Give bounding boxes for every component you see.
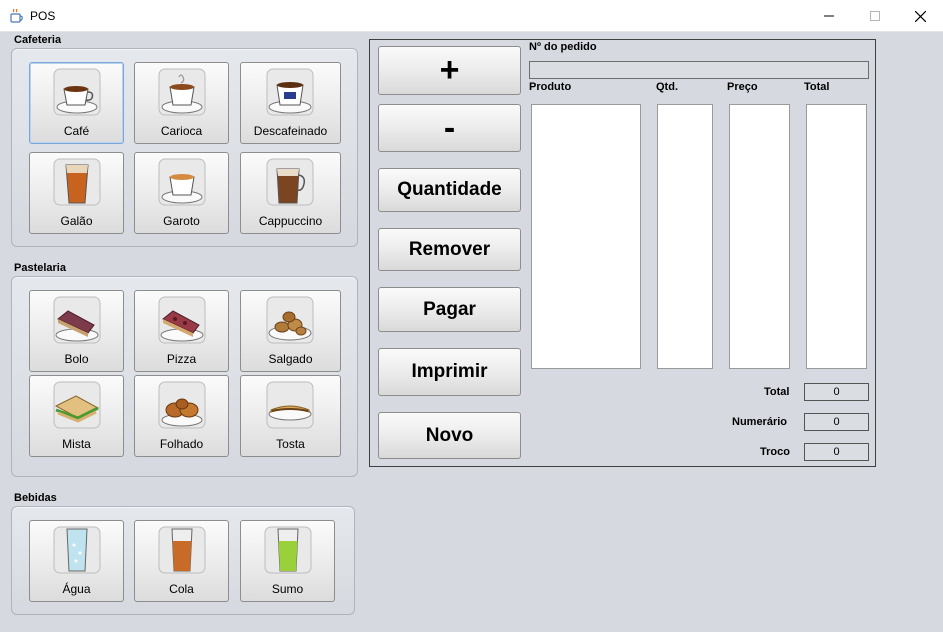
product-bolo-button[interactable]: Bolo bbox=[29, 290, 124, 372]
product-tosta-button[interactable]: Tosta bbox=[240, 375, 341, 457]
new-order-button[interactable]: Novo bbox=[378, 412, 521, 459]
cafeteria-title: Cafeteria bbox=[14, 34, 62, 46]
toast-icon bbox=[266, 381, 314, 429]
product-label: Cappuccino bbox=[258, 214, 323, 228]
product-label: Garoto bbox=[163, 214, 200, 228]
remove-button[interactable]: Remover bbox=[378, 228, 521, 271]
column-header-preco: Preço bbox=[727, 81, 758, 93]
quantity-button[interactable]: Quantidade bbox=[378, 168, 521, 212]
bebidas-title: Bebidas bbox=[14, 492, 57, 504]
juice-glass-icon bbox=[264, 526, 312, 574]
column-header-produto: Produto bbox=[529, 81, 572, 93]
cola-glass-icon bbox=[158, 526, 206, 574]
cappuccino-glass-icon bbox=[266, 158, 314, 206]
product-label: Sumo bbox=[271, 582, 304, 596]
coffee-cup-icon bbox=[53, 68, 101, 116]
close-button[interactable] bbox=[897, 0, 943, 32]
product-label: Mista bbox=[62, 437, 91, 451]
column-header-total: Total bbox=[804, 81, 830, 93]
maximize-icon bbox=[870, 11, 880, 21]
cake-slice-icon bbox=[53, 296, 101, 344]
quantity-list[interactable] bbox=[657, 104, 713, 369]
decrease-button[interactable]: - bbox=[378, 104, 521, 152]
product-label: Bolo bbox=[64, 352, 89, 366]
price-list[interactable] bbox=[729, 104, 790, 369]
product-label: Descafeinado bbox=[253, 124, 328, 138]
change-field: 0 bbox=[804, 443, 869, 461]
increase-button[interactable]: + bbox=[378, 46, 521, 95]
window-title: POS bbox=[30, 9, 56, 23]
product-sumo-button[interactable]: Sumo bbox=[240, 520, 335, 602]
product-label: Pizza bbox=[166, 352, 197, 366]
water-glass-icon bbox=[53, 526, 101, 574]
total-label: Total bbox=[764, 386, 790, 398]
savory-snacks-icon bbox=[266, 296, 314, 344]
decaf-cup-icon bbox=[266, 68, 314, 116]
minimize-button[interactable] bbox=[806, 0, 852, 32]
pastelaria-title: Pastelaria bbox=[14, 262, 66, 274]
product-agua-button[interactable]: Água bbox=[29, 520, 124, 602]
product-label: Galão bbox=[60, 214, 93, 228]
total-field: 0 bbox=[804, 383, 869, 401]
galao-glass-icon bbox=[53, 158, 101, 206]
product-label: Café bbox=[63, 124, 90, 138]
product-mista-button[interactable]: Mista bbox=[29, 375, 124, 457]
total-list[interactable] bbox=[806, 104, 867, 369]
product-label: Água bbox=[62, 582, 91, 596]
sandwich-icon bbox=[53, 381, 101, 429]
cash-label: Numerário bbox=[732, 416, 788, 428]
cash-field[interactable]: 0 bbox=[804, 413, 869, 431]
croissant-icon bbox=[158, 381, 206, 429]
product-cafe-button[interactable]: Café bbox=[29, 62, 124, 144]
pizza-slice-icon bbox=[158, 296, 206, 344]
minimize-icon bbox=[824, 15, 834, 17]
product-salgado-button[interactable]: Salgado bbox=[240, 290, 341, 372]
product-label: Salgado bbox=[268, 352, 313, 366]
garoto-cup-icon bbox=[158, 158, 206, 206]
product-folhado-button[interactable]: Folhado bbox=[134, 375, 229, 457]
carioca-cup-icon bbox=[158, 68, 206, 116]
maximize-button[interactable] bbox=[852, 0, 898, 32]
product-label: Carioca bbox=[160, 124, 203, 138]
close-icon bbox=[914, 10, 926, 22]
product-list[interactable] bbox=[531, 104, 641, 369]
order-number-label: Nº do pedido bbox=[529, 41, 597, 53]
product-galao-button[interactable]: Galão bbox=[29, 152, 124, 234]
product-pizza-button[interactable]: Pizza bbox=[134, 290, 229, 372]
java-cup-icon bbox=[10, 8, 23, 23]
product-cola-button[interactable]: Cola bbox=[134, 520, 229, 602]
product-cappuccino-button[interactable]: Cappuccino bbox=[240, 152, 341, 234]
pay-button[interactable]: Pagar bbox=[378, 287, 521, 332]
product-carioca-button[interactable]: Carioca bbox=[134, 62, 229, 144]
product-label: Folhado bbox=[159, 437, 204, 451]
change-label: Troco bbox=[760, 446, 790, 458]
product-descafeinado-button[interactable]: Descafeinado bbox=[240, 62, 341, 144]
title-bar: POS bbox=[0, 0, 943, 32]
print-button[interactable]: Imprimir bbox=[378, 348, 521, 396]
column-header-qtd: Qtd. bbox=[656, 81, 678, 93]
product-label: Cola bbox=[169, 582, 194, 596]
order-number-field[interactable] bbox=[529, 61, 869, 79]
product-label: Tosta bbox=[276, 437, 305, 451]
product-garoto-button[interactable]: Garoto bbox=[134, 152, 229, 234]
